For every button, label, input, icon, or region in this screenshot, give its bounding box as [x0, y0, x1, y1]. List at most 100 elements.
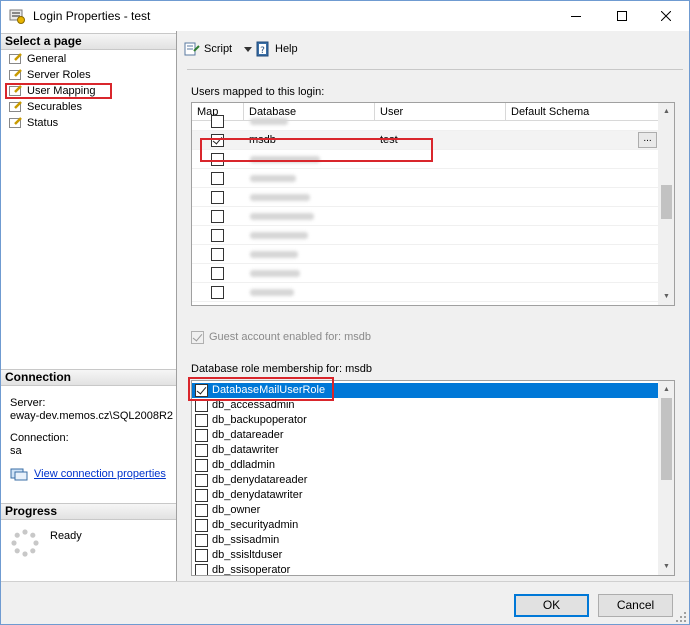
close-icon[interactable]	[643, 1, 689, 31]
page-item-securables[interactable]: Securables	[5, 99, 175, 115]
role-membership-label: Database role membership for: msdb	[191, 363, 372, 375]
role-checkbox[interactable]	[195, 429, 208, 442]
users-mapped-grid[interactable]: Map Database User Default Schema msdb tes…	[191, 102, 675, 306]
table-row[interactable]	[192, 207, 662, 226]
role-list-vertical-scrollbar[interactable]: ▲ ▼	[658, 381, 674, 575]
maximize-icon[interactable]	[599, 1, 645, 31]
login-properties-window: Login Properties - test Select a page Ge…	[0, 0, 690, 625]
server-value: eway-dev.memos.cz\SQL2008R2	[10, 410, 174, 422]
scroll-up-icon[interactable]: ▲	[658, 381, 674, 398]
help-button[interactable]: ? Help	[255, 41, 305, 57]
guest-account-checkbox	[191, 331, 204, 344]
map-checkbox[interactable]	[211, 191, 224, 204]
role-checkbox[interactable]	[195, 534, 208, 547]
dropdown-arrow-icon[interactable]	[244, 47, 252, 52]
table-row[interactable]	[192, 169, 662, 188]
redacted-database-name	[250, 194, 310, 201]
scroll-down-icon[interactable]: ▼	[658, 558, 674, 575]
msdb-row-highlight	[200, 138, 433, 162]
table-row[interactable]	[192, 264, 662, 283]
role-checkbox[interactable]	[195, 414, 208, 427]
page-item-status[interactable]: Status	[5, 115, 175, 131]
wrench-page-icon	[9, 101, 22, 112]
progress-status: Ready	[50, 530, 82, 542]
select-page-header: Select a page	[1, 33, 176, 50]
page-item-server-roles[interactable]: Server Roles	[5, 67, 175, 83]
scroll-down-icon[interactable]: ▼	[658, 288, 674, 305]
redacted-database-name	[250, 175, 296, 182]
list-item[interactable]: db_ddladmin	[192, 458, 658, 473]
page-item-general[interactable]: General	[5, 51, 175, 67]
connection-header: Connection	[1, 369, 176, 386]
server-label: Server:	[10, 397, 46, 409]
map-checkbox[interactable]	[211, 172, 224, 185]
map-checkbox[interactable]	[211, 115, 224, 128]
script-icon	[184, 42, 200, 56]
script-button[interactable]: Script	[184, 41, 262, 57]
wrench-page-icon	[9, 69, 22, 80]
list-item[interactable]: db_denydatawriter	[192, 488, 658, 503]
role-checkbox[interactable]	[195, 519, 208, 532]
wrench-page-icon	[9, 117, 22, 128]
grid-vertical-scrollbar[interactable]: ▲ ▼	[658, 103, 674, 305]
role-name: db_denydatareader	[212, 474, 308, 486]
default-schema-browse-button[interactable]: ...	[638, 132, 657, 148]
map-checkbox[interactable]	[211, 210, 224, 223]
window-title: Login Properties - test	[33, 9, 151, 23]
connection-properties-icon	[10, 468, 28, 481]
scroll-thumb[interactable]	[661, 398, 672, 480]
role-name: db_owner	[212, 504, 261, 516]
map-checkbox[interactable]	[211, 248, 224, 261]
role-name: db_ssisltduser	[212, 549, 283, 561]
list-item[interactable]: db_backupoperator	[192, 413, 658, 428]
role-checkbox[interactable]	[195, 474, 208, 487]
left-panel: Select a page General Server Roles User …	[1, 31, 177, 581]
table-row[interactable]	[192, 112, 662, 131]
list-item[interactable]: db_ssisoperator	[192, 563, 658, 575]
list-item[interactable]: db_ssisltduser	[192, 548, 658, 563]
ok-button[interactable]: OK	[514, 594, 589, 617]
scroll-up-icon[interactable]: ▲	[658, 103, 674, 120]
scroll-thumb[interactable]	[661, 185, 672, 219]
page-item-user-mapping[interactable]: User Mapping	[5, 83, 112, 99]
role-name: db_denydatawriter	[212, 489, 303, 501]
role-name: db_datareader	[212, 429, 284, 441]
redacted-database-name	[250, 270, 300, 277]
progress-spinner-icon	[11, 529, 39, 557]
list-item[interactable]: db_denydatareader	[192, 473, 658, 488]
title-bar[interactable]: Login Properties - test	[1, 1, 689, 31]
database-mail-role-highlight	[188, 377, 334, 401]
help-book-icon: ?	[256, 41, 269, 57]
role-membership-list[interactable]: DatabaseMailUserRole db_accessadmin db_bac…	[191, 380, 675, 576]
server-app-icon	[9, 9, 25, 24]
toolbar-divider	[187, 69, 683, 70]
role-name: db_datawriter	[212, 444, 279, 456]
list-item[interactable]: db_owner	[192, 503, 658, 518]
role-checkbox[interactable]	[195, 564, 208, 575]
role-checkbox[interactable]	[195, 459, 208, 472]
map-checkbox[interactable]	[211, 229, 224, 242]
list-item[interactable]: db_securityadmin	[192, 518, 658, 533]
cancel-button[interactable]: Cancel	[598, 594, 673, 617]
view-connection-properties-link[interactable]: View connection properties	[34, 468, 166, 481]
role-name: db_ssisadmin	[212, 534, 280, 546]
role-checkbox[interactable]	[195, 504, 208, 517]
users-mapped-label: Users mapped to this login:	[191, 86, 325, 98]
list-item[interactable]: db_datareader	[192, 428, 658, 443]
table-row[interactable]	[192, 226, 662, 245]
list-item[interactable]: db_datawriter	[192, 443, 658, 458]
wrench-page-icon	[9, 85, 22, 96]
table-row[interactable]	[192, 245, 662, 264]
role-checkbox[interactable]	[195, 549, 208, 562]
role-checkbox[interactable]	[195, 444, 208, 457]
minimize-icon[interactable]	[553, 1, 599, 31]
map-checkbox[interactable]	[211, 267, 224, 280]
table-row[interactable]	[192, 188, 662, 207]
svg-text:?: ?	[260, 46, 265, 56]
resize-grip-icon[interactable]	[675, 611, 687, 623]
list-item[interactable]: db_ssisadmin	[192, 533, 658, 548]
table-row[interactable]	[192, 283, 662, 302]
page-list: General Server Roles User Mapping Secura…	[5, 51, 175, 131]
role-checkbox[interactable]	[195, 489, 208, 502]
map-checkbox[interactable]	[211, 286, 224, 299]
